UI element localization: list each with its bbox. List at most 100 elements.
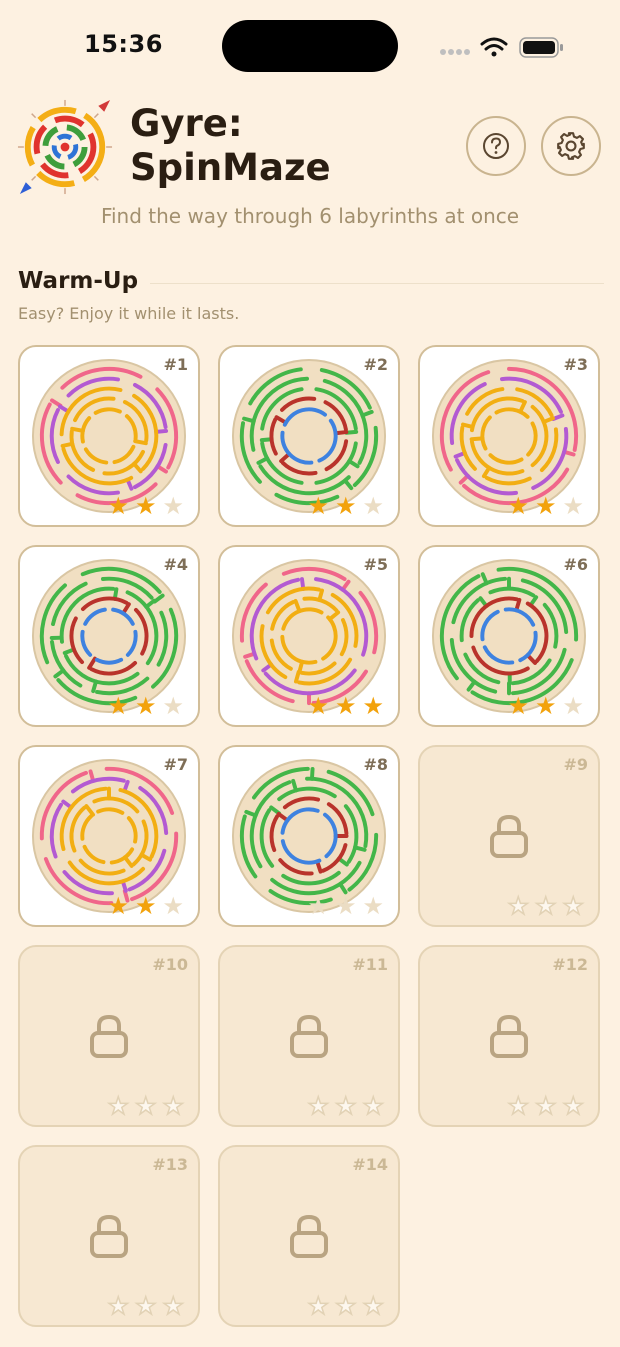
- star-empty-icon: ★: [562, 492, 584, 520]
- level-stars: ★ ★ ★: [307, 493, 384, 519]
- star-empty-icon: ★: [134, 1092, 157, 1120]
- star-empty-icon: ★: [362, 1292, 385, 1320]
- star-empty-icon: ★: [162, 1292, 185, 1320]
- level-tile: #12 ★ ★ ★: [418, 945, 600, 1127]
- lock-icon: [90, 1014, 128, 1058]
- star-empty-icon: ★: [334, 892, 357, 920]
- wifi-icon: [480, 37, 508, 57]
- section-subtitle: Easy? Enjoy it while it lasts.: [18, 304, 240, 323]
- star-empty-icon: ★: [507, 1092, 530, 1120]
- star-empty-icon: ★: [334, 1092, 357, 1120]
- star-empty-icon: ★: [562, 1092, 585, 1120]
- lock-icon: [90, 1214, 128, 1258]
- star-empty-icon: ★: [162, 692, 184, 720]
- status-bar: 15:36: [0, 0, 620, 90]
- level-number: #7: [163, 755, 188, 774]
- level-number: #3: [563, 355, 588, 374]
- app-logo: [17, 99, 113, 195]
- level-stars: ★ ★ ★: [507, 693, 584, 719]
- level-number: #2: [363, 355, 388, 374]
- level-number: #9: [563, 755, 588, 774]
- app-title-line2: SpinMaze: [130, 146, 331, 189]
- star-filled-icon: ★: [107, 492, 129, 520]
- star-empty-icon: ★: [107, 1292, 130, 1320]
- star-empty-icon: ★: [162, 492, 184, 520]
- level-stars: ★ ★ ★: [307, 693, 384, 719]
- help-button[interactable]: [466, 116, 526, 176]
- status-icons: [440, 37, 563, 58]
- level-tile: #14 ★ ★ ★: [218, 1145, 400, 1327]
- star-empty-icon: ★: [107, 1092, 130, 1120]
- star-filled-icon: ★: [307, 692, 329, 720]
- level-stars: ★ ★ ★: [507, 892, 585, 920]
- gear-icon: [557, 132, 585, 160]
- star-empty-icon: ★: [534, 892, 557, 920]
- star-filled-icon: ★: [307, 492, 329, 520]
- section-divider: [150, 283, 604, 284]
- level-stars: ★ ★ ★: [107, 893, 184, 919]
- level-tile: #10 ★ ★ ★: [18, 945, 200, 1127]
- star-filled-icon: ★: [334, 492, 357, 520]
- level-tile: #11 ★ ★ ★: [218, 945, 400, 1127]
- level-tile[interactable]: #6 ★ ★ ★: [418, 545, 600, 727]
- battery-icon: [519, 37, 563, 58]
- level-stars: ★ ★ ★: [307, 1292, 385, 1320]
- star-filled-icon: ★: [134, 692, 157, 720]
- level-stars: ★ ★ ★: [107, 493, 184, 519]
- star-empty-icon: ★: [307, 1092, 330, 1120]
- dynamic-island: [222, 20, 398, 72]
- star-empty-icon: ★: [307, 892, 329, 920]
- level-stars: ★ ★ ★: [507, 493, 584, 519]
- level-stars: ★ ★ ★: [307, 893, 384, 919]
- section-title: Warm-Up: [18, 268, 139, 294]
- star-filled-icon: ★: [134, 492, 157, 520]
- level-tile[interactable]: #5 ★ ★ ★: [218, 545, 400, 727]
- app-title-line1: Gyre:: [130, 102, 243, 145]
- level-stars: ★ ★ ★: [507, 1092, 585, 1120]
- level-stars: ★ ★ ★: [107, 1292, 185, 1320]
- level-stars: ★ ★ ★: [107, 693, 184, 719]
- level-number: #10: [152, 955, 188, 974]
- star-empty-icon: ★: [362, 1092, 385, 1120]
- level-number: #4: [163, 555, 188, 574]
- star-filled-icon: ★: [134, 892, 157, 920]
- level-tile[interactable]: #7 ★ ★ ★: [18, 745, 200, 927]
- star-empty-icon: ★: [534, 1092, 557, 1120]
- star-empty-icon: ★: [562, 892, 585, 920]
- star-filled-icon: ★: [534, 492, 557, 520]
- level-tile[interactable]: #8 ★ ★ ★: [218, 745, 400, 927]
- level-number: #14: [352, 1155, 388, 1174]
- level-tile[interactable]: #2 ★ ★ ★: [218, 345, 400, 527]
- level-number: #5: [363, 555, 388, 574]
- star-filled-icon: ★: [507, 692, 529, 720]
- level-tile[interactable]: #3 ★ ★ ★: [418, 345, 600, 527]
- star-filled-icon: ★: [107, 892, 129, 920]
- star-filled-icon: ★: [362, 692, 384, 720]
- level-number: #13: [152, 1155, 188, 1174]
- star-empty-icon: ★: [362, 492, 384, 520]
- level-stars: ★ ★ ★: [307, 1092, 385, 1120]
- level-number: #1: [163, 355, 188, 374]
- star-empty-icon: ★: [134, 1292, 157, 1320]
- app-subtitle: Find the way through 6 labyrinths at onc…: [100, 204, 520, 228]
- star-empty-icon: ★: [362, 892, 384, 920]
- level-tile[interactable]: #4 ★ ★ ★: [18, 545, 200, 727]
- lock-icon: [490, 814, 528, 858]
- level-tile: #9 ★ ★ ★: [418, 745, 600, 927]
- star-filled-icon: ★: [107, 692, 129, 720]
- lock-icon: [290, 1014, 328, 1058]
- lock-icon: [290, 1214, 328, 1258]
- level-tile[interactable]: #1 ★ ★ ★: [18, 345, 200, 527]
- status-time: 15:36: [84, 30, 163, 58]
- question-icon: [483, 133, 509, 159]
- star-empty-icon: ★: [162, 1092, 185, 1120]
- settings-button[interactable]: [541, 116, 601, 176]
- star-empty-icon: ★: [334, 1292, 357, 1320]
- app-title: Gyre: SpinMaze: [130, 102, 331, 190]
- star-empty-icon: ★: [562, 692, 584, 720]
- lock-icon: [490, 1014, 528, 1058]
- level-stars: ★ ★ ★: [107, 1092, 185, 1120]
- star-empty-icon: ★: [162, 892, 184, 920]
- star-filled-icon: ★: [507, 492, 529, 520]
- level-number: #12: [552, 955, 588, 974]
